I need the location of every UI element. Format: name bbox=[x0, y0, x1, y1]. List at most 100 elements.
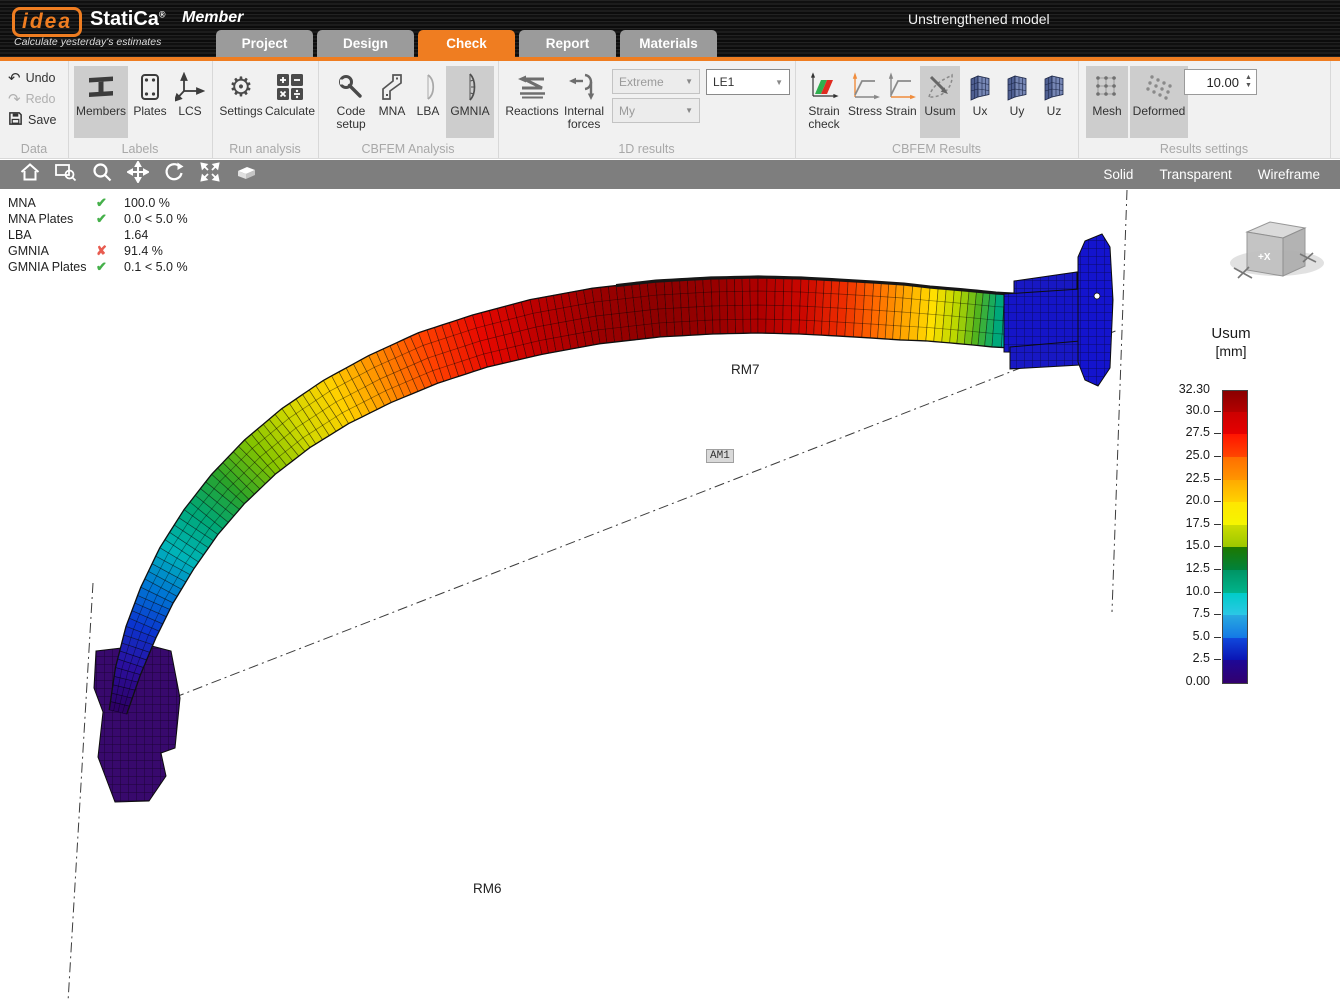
tab-check[interactable]: Check bbox=[418, 30, 515, 57]
deformed-button[interactable]: Deformed bbox=[1130, 66, 1188, 138]
summary-row: MNA✔100.0 % bbox=[8, 195, 188, 211]
app-title: Member bbox=[182, 9, 243, 27]
usum-button[interactable]: Usum bbox=[920, 66, 960, 138]
view-mode-solid[interactable]: Solid bbox=[1103, 167, 1133, 182]
strain-check-button[interactable]: Strain check bbox=[803, 66, 845, 138]
legend-tick-mark bbox=[1214, 524, 1221, 525]
members-button[interactable]: Members bbox=[74, 66, 128, 138]
undo-button[interactable]: ↶Undo bbox=[8, 67, 57, 88]
uy-button[interactable]: Uy bbox=[999, 66, 1035, 138]
home-icon bbox=[19, 161, 41, 188]
legend-band bbox=[1223, 525, 1247, 548]
statica-logo: StatiCa® bbox=[90, 8, 166, 31]
save-icon bbox=[8, 111, 23, 129]
zoom-fit-button[interactable] bbox=[192, 160, 228, 189]
legend-tick-label: 0.00 bbox=[1150, 674, 1210, 688]
deformed-scale-input[interactable] bbox=[1185, 74, 1241, 91]
zoom-button[interactable] bbox=[84, 160, 120, 189]
spin-down-icon[interactable]: ▼ bbox=[1245, 82, 1252, 90]
tab-report[interactable]: Report bbox=[519, 30, 616, 57]
rotate-icon bbox=[163, 161, 185, 188]
legend-tick-label: 2.5 bbox=[1150, 651, 1210, 665]
legend-band bbox=[1223, 457, 1247, 480]
check-icon: ✔ bbox=[96, 211, 124, 227]
ux-button[interactable]: Ux bbox=[962, 66, 998, 138]
member-label-rm6: RM6 bbox=[473, 881, 502, 896]
summary-value: 100.0 % bbox=[124, 196, 188, 210]
zoom-window-button[interactable] bbox=[48, 160, 84, 189]
tab-bar: ProjectDesignCheckReportMaterials bbox=[216, 30, 717, 57]
lcs-button[interactable]: LCS bbox=[172, 66, 208, 138]
mesh-block-icon bbox=[966, 69, 994, 105]
legend-band bbox=[1223, 593, 1247, 616]
lba-button[interactable]: LBA bbox=[410, 66, 446, 138]
deformed-scale-stepper[interactable]: ▲▼ bbox=[1184, 69, 1257, 95]
legend-tick-mark bbox=[1214, 411, 1221, 412]
internal-forces-button[interactable]: Internal forces bbox=[558, 66, 610, 138]
load-case-dropdown[interactable]: LE1▼ bbox=[706, 69, 790, 95]
lba-icon bbox=[415, 69, 441, 105]
support-icon bbox=[515, 69, 549, 105]
legend-tick-mark bbox=[1214, 637, 1221, 638]
ribbon-group-data: ↶Undo ↷Redo Save Data bbox=[0, 61, 69, 158]
settings-button[interactable]: ⚙ Settings bbox=[218, 66, 264, 138]
stress-button[interactable]: Stress bbox=[847, 66, 883, 138]
calculate-button[interactable]: Calculate bbox=[264, 66, 316, 138]
legend-tick-mark bbox=[1214, 479, 1221, 480]
pan-button[interactable] bbox=[120, 160, 156, 189]
viewport-toolbar: Solid Transparent Wireframe bbox=[0, 160, 1340, 189]
zoom-window-icon bbox=[54, 161, 78, 188]
magnifier-icon bbox=[91, 161, 113, 188]
ribbon-group-run-analysis: ⚙ Settings Calculate Run analysis bbox=[212, 61, 319, 158]
chevron-down-icon: ▼ bbox=[685, 106, 693, 115]
member-label-rm7: RM7 bbox=[731, 362, 760, 377]
rotate-button[interactable] bbox=[156, 160, 192, 189]
summary-value: 0.1 < 5.0 % bbox=[124, 260, 188, 274]
legend-band bbox=[1223, 638, 1247, 661]
summary-row: GMNIA Plates✔0.1 < 5.0 % bbox=[8, 259, 188, 275]
tab-project[interactable]: Project bbox=[216, 30, 313, 57]
legend-title: Usum bbox=[1196, 325, 1266, 342]
clipping-box-button[interactable] bbox=[228, 160, 264, 189]
mesh-block-icon bbox=[1040, 69, 1068, 105]
view-mode-wireframe[interactable]: Wireframe bbox=[1258, 167, 1320, 182]
redo-button[interactable]: ↷Redo bbox=[8, 88, 57, 109]
ibeam-icon bbox=[86, 69, 116, 105]
legend-band bbox=[1223, 570, 1247, 593]
legend-band bbox=[1223, 391, 1247, 412]
save-button[interactable]: Save bbox=[8, 109, 57, 130]
component-dropdown[interactable]: My▼ bbox=[612, 98, 700, 123]
view-mode-transparent[interactable]: Transparent bbox=[1159, 167, 1231, 182]
axes-icon bbox=[175, 69, 205, 105]
mna-button[interactable]: MNA bbox=[374, 66, 410, 138]
fem-model-canvas[interactable]: +X bbox=[0, 189, 1340, 1002]
uz-button[interactable]: Uz bbox=[1036, 66, 1072, 138]
plate-icon bbox=[136, 69, 164, 105]
tab-design[interactable]: Design bbox=[317, 30, 414, 57]
pan-icon bbox=[127, 161, 149, 188]
mesh-block-icon bbox=[1003, 69, 1031, 105]
orientation-cube[interactable]: +X bbox=[1230, 222, 1324, 278]
legend-tick-label: 7.5 bbox=[1150, 606, 1210, 620]
view-mode-switcher: Solid Transparent Wireframe bbox=[1103, 167, 1340, 182]
chevron-down-icon: ▼ bbox=[685, 77, 693, 86]
legend-unit: [mm] bbox=[1196, 343, 1266, 359]
extreme-dropdown[interactable]: Extreme▼ bbox=[612, 69, 700, 94]
code-setup-button[interactable]: Code setup bbox=[328, 66, 374, 138]
tagline: Calculate yesterday's estimates bbox=[14, 36, 161, 48]
mesh-grid-icon bbox=[1092, 69, 1122, 105]
summary-name: GMNIA bbox=[8, 244, 96, 258]
spin-up-icon[interactable]: ▲ bbox=[1245, 74, 1252, 82]
deflection-arrow-icon bbox=[924, 69, 956, 105]
home-view-button[interactable] bbox=[12, 160, 48, 189]
redo-icon: ↷ bbox=[8, 90, 21, 108]
summary-name: MNA Plates bbox=[8, 212, 96, 226]
reactions-button[interactable]: Reactions bbox=[506, 66, 558, 138]
legend-tick-label: 30.0 bbox=[1150, 403, 1210, 417]
plates-button[interactable]: Plates bbox=[130, 66, 170, 138]
strain-button[interactable]: Strain bbox=[883, 66, 919, 138]
mesh-button[interactable]: Mesh bbox=[1086, 66, 1128, 138]
tab-materials[interactable]: Materials bbox=[620, 30, 717, 57]
gmnia-button[interactable]: GMNIA bbox=[446, 66, 494, 138]
3d-viewport[interactable]: +X MNA✔100.0 %MNA Plates✔0.0 < 5.0 %LBA1… bbox=[0, 189, 1340, 1002]
